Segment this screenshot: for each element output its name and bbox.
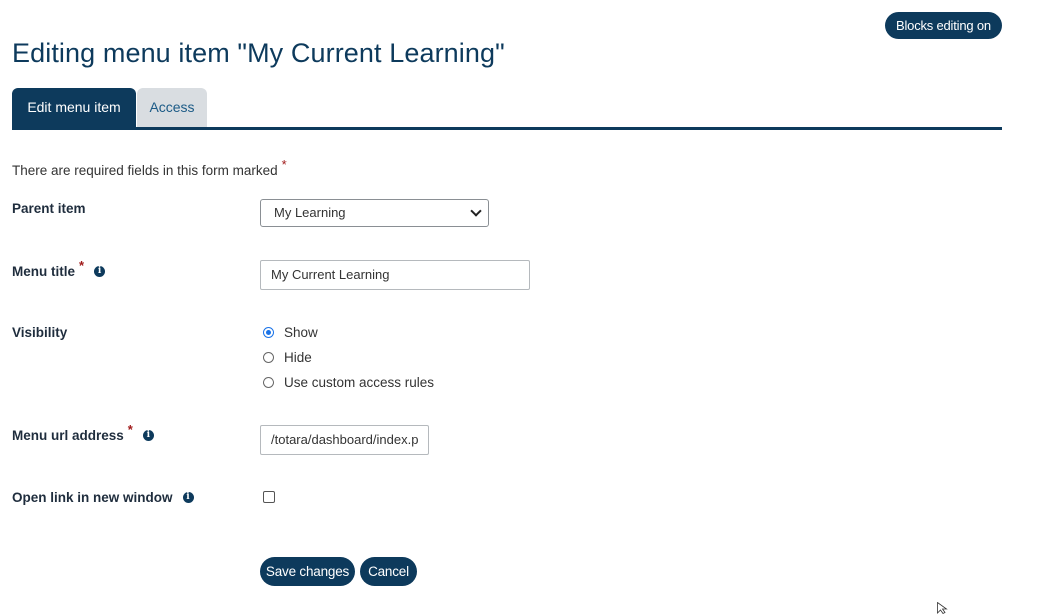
menu-title-label: Menu title <box>12 264 75 279</box>
blocks-editing-button[interactable]: Blocks editing on <box>885 12 1002 39</box>
radio-custom-rules[interactable] <box>263 377 274 388</box>
menu-title-input[interactable]: My Current Learning <box>260 260 530 290</box>
save-changes-button[interactable]: Save changes <box>260 557 355 586</box>
cancel-button[interactable]: Cancel <box>360 557 417 586</box>
parent-item-select[interactable]: My Learning <box>260 199 489 227</box>
required-marker: * <box>281 157 287 172</box>
open-new-window-label: Open link in new window <box>12 490 173 505</box>
info-icon[interactable]: i <box>94 265 106 277</box>
parent-item-label: Parent item <box>12 201 86 216</box>
info-icon[interactable]: i <box>182 491 194 503</box>
required-fields-note: There are required fields in this form m… <box>12 157 287 178</box>
mouse-pointer-icon <box>937 602 948 614</box>
visibility-option-hide[interactable]: Hide <box>263 350 312 366</box>
menu-url-label-row: Menu url address * i <box>12 422 154 443</box>
required-marker: * <box>127 422 133 437</box>
menu-url-label: Menu url address <box>12 428 124 443</box>
tab-divider <box>12 127 1002 130</box>
required-marker: * <box>79 258 85 273</box>
radio-hide-label: Hide <box>284 350 312 365</box>
page-title: Editing menu item "My Current Learning" <box>12 38 505 68</box>
parent-item-selected: My Learning <box>274 205 346 220</box>
radio-show-label: Show <box>284 325 318 340</box>
info-icon[interactable]: i <box>142 429 154 441</box>
visibility-label: Visibility <box>12 325 68 340</box>
open-new-window-checkbox[interactable] <box>263 491 275 503</box>
menu-url-input[interactable]: /totara/dashboard/index.p <box>260 425 429 455</box>
radio-show[interactable] <box>263 327 274 338</box>
visibility-option-custom[interactable]: Use custom access rules <box>263 375 434 391</box>
page: Blocks editing on Editing menu item "My … <box>0 0 1063 614</box>
radio-custom-label: Use custom access rules <box>284 375 435 390</box>
open-new-window-label-row: Open link in new window i <box>12 490 194 505</box>
tab-edit-menu-item[interactable]: Edit menu item <box>12 88 136 127</box>
radio-hide[interactable] <box>263 352 274 363</box>
visibility-option-show[interactable]: Show <box>263 325 318 341</box>
required-note-text: There are required fields in this form m… <box>12 163 278 178</box>
tab-access[interactable]: Access <box>137 88 207 127</box>
menu-title-label-row: Menu title * i <box>12 258 106 279</box>
chevron-down-icon <box>470 205 482 217</box>
tab-bar: Edit menu item Access <box>12 88 1002 130</box>
